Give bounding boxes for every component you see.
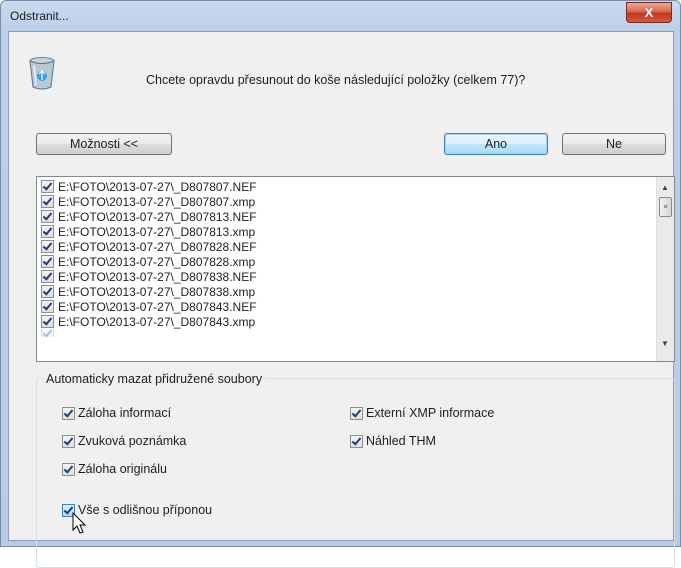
close-button[interactable]: X [626, 2, 672, 23]
close-icon: X [644, 5, 654, 20]
file-list-item[interactable]: E:\FOTO\2013-07-27\_D807828.NEF [41, 239, 257, 254]
backup-original-checkbox[interactable]: Záloha originálu [62, 462, 167, 476]
file-checkbox[interactable] [41, 225, 54, 238]
vertical-scrollbar[interactable]: ▲ ≡ ▼ [656, 177, 674, 361]
file-list-item[interactable]: E:\FOTO\2013-07-27\_D807843.NEF [41, 299, 257, 314]
file-list-item[interactable]: E:\FOTO\2013-07-27\_D807813.NEF [41, 209, 257, 224]
title-bar[interactable]: Odstranit... X [1, 1, 680, 31]
scroll-down-icon[interactable]: ▼ [661, 339, 669, 348]
confirm-message: Chcete opravdu přesunout do koše následu… [146, 73, 526, 87]
file-checkbox[interactable] [41, 285, 54, 298]
file-list-item-partial [41, 329, 58, 337]
file-list-item[interactable]: E:\FOTO\2013-07-27\_D807813.xmp [41, 224, 255, 239]
delete-dialog: Odstranit... X Chcete opravdu přesunout … [0, 0, 681, 568]
file-list-item[interactable]: E:\FOTO\2013-07-27\_D807807.xmp [41, 194, 255, 209]
scroll-thumb[interactable]: ≡ [659, 197, 672, 217]
file-checkbox[interactable] [41, 270, 54, 283]
file-checkbox[interactable] [41, 300, 54, 313]
checkbox-icon[interactable] [350, 434, 363, 448]
checkbox-icon[interactable] [62, 434, 75, 448]
yes-button[interactable]: Ano [444, 133, 548, 155]
recycle-bin-icon [29, 57, 55, 90]
no-button[interactable]: Ne [562, 133, 666, 155]
dialog-title: Odstranit... [10, 9, 69, 23]
mouse-cursor-icon [72, 512, 87, 534]
external-xmp-checkbox[interactable]: Externí XMP informace [350, 406, 494, 420]
file-list[interactable]: E:\FOTO\2013-07-27\_D807807.NEF E:\FOTO\… [36, 176, 675, 362]
backup-info-checkbox[interactable]: Záloha informací [62, 406, 171, 420]
file-checkbox[interactable] [41, 210, 54, 223]
dialog-content: Chcete opravdu přesunout do koše následu… [8, 31, 675, 568]
thm-preview-checkbox[interactable]: Náhled THM [350, 434, 436, 448]
file-list-item[interactable]: E:\FOTO\2013-07-27\_D807843.xmp [41, 314, 255, 329]
file-list-item[interactable]: E:\FOTO\2013-07-27\_D807838.xmp [41, 284, 255, 299]
checkbox-icon[interactable] [62, 406, 75, 420]
options-button[interactable]: Možnosti << [36, 133, 172, 155]
file-checkbox[interactable] [41, 195, 54, 208]
file-checkbox[interactable] [41, 315, 54, 328]
scroll-up-icon[interactable]: ▲ [661, 183, 669, 192]
checkbox-icon[interactable] [62, 462, 75, 476]
file-list-item[interactable]: E:\FOTO\2013-07-27\_D807838.NEF [41, 269, 257, 284]
auto-delete-group-label: Automaticky mazat přidružené soubory [43, 372, 266, 386]
file-checkbox[interactable] [41, 255, 54, 268]
file-list-item[interactable]: E:\FOTO\2013-07-27\_D807828.xmp [41, 254, 255, 269]
voice-note-checkbox[interactable]: Zvuková poznámka [62, 434, 186, 448]
checkbox-icon[interactable] [350, 406, 363, 420]
file-checkbox[interactable] [41, 180, 54, 193]
file-list-item[interactable]: E:\FOTO\2013-07-27\_D807807.NEF [41, 179, 257, 194]
file-checkbox[interactable] [41, 240, 54, 253]
